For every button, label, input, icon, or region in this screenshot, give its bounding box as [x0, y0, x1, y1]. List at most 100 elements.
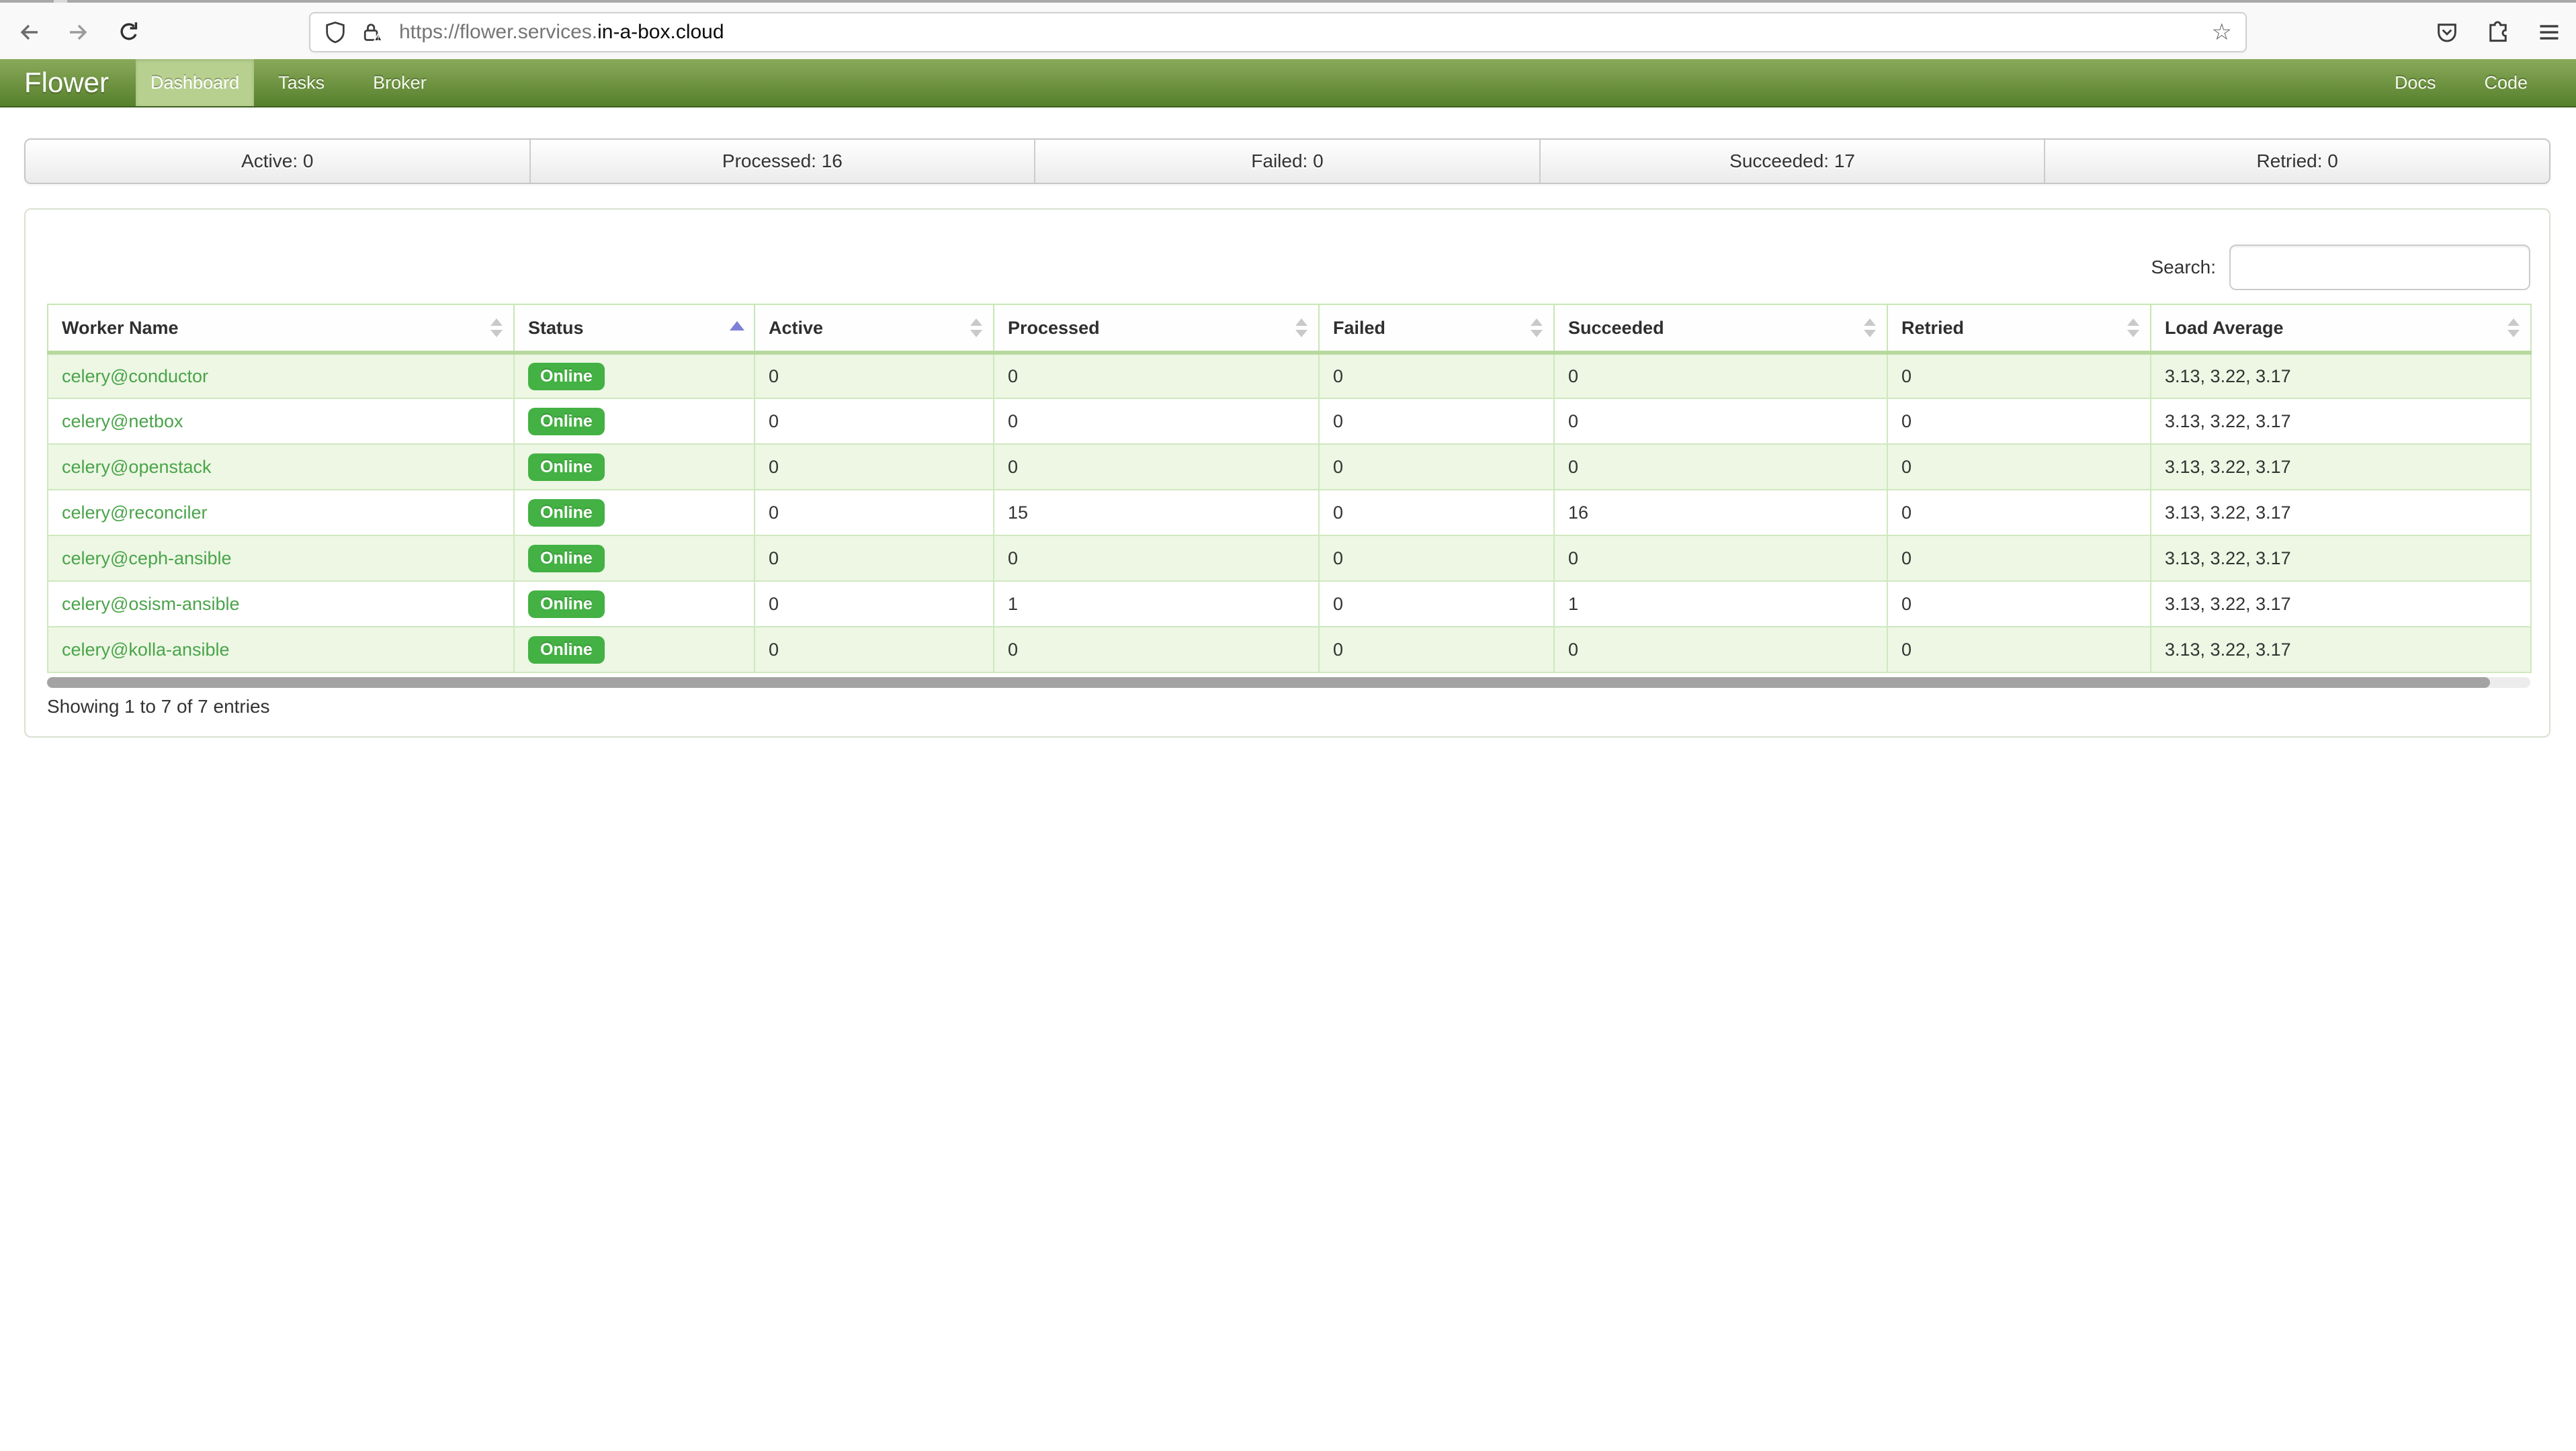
cell-active: 0 [755, 398, 994, 444]
table-row: celery@osism-ansibleOnline010103.13, 3.2… [48, 581, 2531, 627]
flower-navbar: Flower Dashboard Tasks Broker Docs Code [0, 59, 2576, 107]
column-header-succeeded[interactable]: Succeeded [1554, 304, 1887, 353]
cell-active: 0 [755, 581, 994, 627]
forward-button[interactable] [59, 13, 97, 51]
entries-info: Showing 1 to 7 of 7 entries [47, 696, 270, 717]
brand-flower[interactable]: Flower [0, 59, 133, 106]
stat-processed[interactable]: Processed: 16 [529, 140, 1035, 183]
column-header-processed[interactable]: Processed [994, 304, 1319, 353]
cell-active: 0 [755, 353, 994, 398]
cell-retried: 0 [1887, 444, 2151, 490]
forward-arrow-icon [66, 20, 90, 44]
url-bar[interactable]: https://flower.services.in-a-box.cloud ☆ [309, 12, 2247, 52]
workers-panel: Search: Worker Name StatusActive Processed… [24, 208, 2550, 738]
sort-both-icon [2127, 318, 2139, 337]
column-header-failed[interactable]: Failed [1319, 304, 1554, 353]
cell-active: 0 [755, 627, 994, 672]
cell-retried: 0 [1887, 490, 2151, 535]
cell-load-average: 3.13, 3.22, 3.17 [2151, 535, 2531, 581]
column-label: Failed [1333, 318, 1385, 338]
tab-broker[interactable]: Broker [359, 59, 440, 106]
scrollbar-thumb[interactable] [47, 677, 2490, 688]
link-code[interactable]: Code [2471, 59, 2541, 106]
stat-retried[interactable]: Retried: 0 [2044, 140, 2549, 183]
cell-load-average: 3.13, 3.22, 3.17 [2151, 398, 2531, 444]
back-button[interactable] [11, 13, 48, 51]
column-label: Processed [1008, 318, 1100, 338]
link-docs[interactable]: Docs [2381, 59, 2450, 106]
cell-processed: 0 [994, 444, 1319, 490]
tab-dashboard[interactable]: Dashboard [136, 59, 254, 106]
search-input[interactable] [2229, 245, 2530, 290]
column-header-load-average[interactable]: Load Average [2151, 304, 2531, 353]
cell-failed: 0 [1319, 490, 1554, 535]
cell-processed: 0 [994, 627, 1319, 672]
status-badge: Online [528, 363, 605, 390]
bookmark-star-icon[interactable]: ☆ [2212, 21, 2232, 44]
cell-failed: 0 [1319, 444, 1554, 490]
cell-failed: 0 [1319, 535, 1554, 581]
cell-failed: 0 [1319, 581, 1554, 627]
cell-retried: 0 [1887, 581, 2151, 627]
stat-succeeded[interactable]: Succeeded: 17 [1539, 140, 2045, 183]
table-row: celery@ceph-ansibleOnline000003.13, 3.22… [48, 535, 2531, 581]
table-row: celery@conductorOnline000003.13, 3.22, 3… [48, 353, 2531, 398]
cell-load-average: 3.13, 3.22, 3.17 [2151, 353, 2531, 398]
cell-retried: 0 [1887, 353, 2151, 398]
cell-succeeded: 0 [1554, 398, 1887, 444]
stats-row: Active: 0Processed: 16Failed: 0Succeeded… [24, 138, 2550, 184]
cell-retried: 0 [1887, 627, 2151, 672]
window-edge [54, 0, 67, 3]
search-row: Search: [2151, 245, 2531, 290]
back-arrow-icon [17, 20, 42, 44]
worker-link[interactable]: celery@reconciler [62, 502, 207, 523]
tab-tasks[interactable]: Tasks [265, 59, 338, 106]
worker-table: Worker Name StatusActive Processed Failed Su… [47, 304, 2530, 673]
status-badge: Online [528, 499, 605, 527]
column-header-active[interactable]: Active [755, 304, 994, 353]
column-label: Load Average [2165, 318, 2284, 338]
cell-retried: 0 [1887, 535, 2151, 581]
hamburger-menu-icon[interactable] [2530, 13, 2568, 51]
browser-window: https://flower.services.in-a-box.cloud ☆… [0, 0, 2576, 1451]
sort-both-icon [970, 318, 982, 337]
url-text: https://flower.services.in-a-box.cloud [399, 21, 2201, 44]
cell-succeeded: 1 [1554, 581, 1887, 627]
tracking-protection-shield-icon[interactable] [324, 21, 347, 44]
column-header-status[interactable]: Status [514, 304, 755, 353]
cell-load-average: 3.13, 3.22, 3.17 [2151, 490, 2531, 535]
table-row: celery@netboxOnline000003.13, 3.22, 3.17 [48, 398, 2531, 444]
cell-active: 0 [755, 535, 994, 581]
cell-load-average: 3.13, 3.22, 3.17 [2151, 627, 2531, 672]
worker-link[interactable]: celery@osism-ansible [62, 594, 240, 614]
cell-retried: 0 [1887, 398, 2151, 444]
column-header-worker-name[interactable]: Worker Name [48, 304, 514, 353]
cell-succeeded: 0 [1554, 444, 1887, 490]
stat-failed[interactable]: Failed: 0 [1034, 140, 1539, 183]
cell-active: 0 [755, 444, 994, 490]
sort-ascending-icon [731, 318, 743, 337]
sort-both-icon [1295, 318, 1307, 337]
column-header-retried[interactable]: Retried [1887, 304, 2151, 353]
table-row: celery@reconcilerOnline01501603.13, 3.22… [48, 490, 2531, 535]
worker-link[interactable]: celery@conductor [62, 366, 208, 386]
worker-table-body: celery@conductorOnline000003.13, 3.22, 3… [48, 353, 2531, 672]
status-badge: Online [528, 453, 605, 481]
worker-link[interactable]: celery@netbox [62, 411, 183, 431]
url-host: in-a-box.cloud [597, 21, 724, 43]
extension-puzzle-icon[interactable] [2479, 13, 2517, 51]
cell-processed: 15 [994, 490, 1319, 535]
sort-both-icon [490, 318, 503, 337]
worker-link[interactable]: celery@ceph-ansible [62, 548, 232, 568]
stat-active[interactable]: Active: 0 [26, 140, 529, 183]
horizontal-scrollbar[interactable] [47, 677, 2530, 688]
sort-both-icon [1531, 318, 1543, 337]
sort-both-icon [1864, 318, 1876, 337]
pocket-icon[interactable] [2428, 13, 2466, 51]
worker-link[interactable]: celery@kolla-ansible [62, 640, 230, 660]
column-label: Worker Name [62, 318, 179, 338]
lock-warning-icon[interactable] [360, 21, 383, 44]
reload-button[interactable] [110, 13, 148, 51]
worker-link[interactable]: celery@openstack [62, 457, 212, 477]
column-label: Succeeded [1568, 318, 1664, 338]
